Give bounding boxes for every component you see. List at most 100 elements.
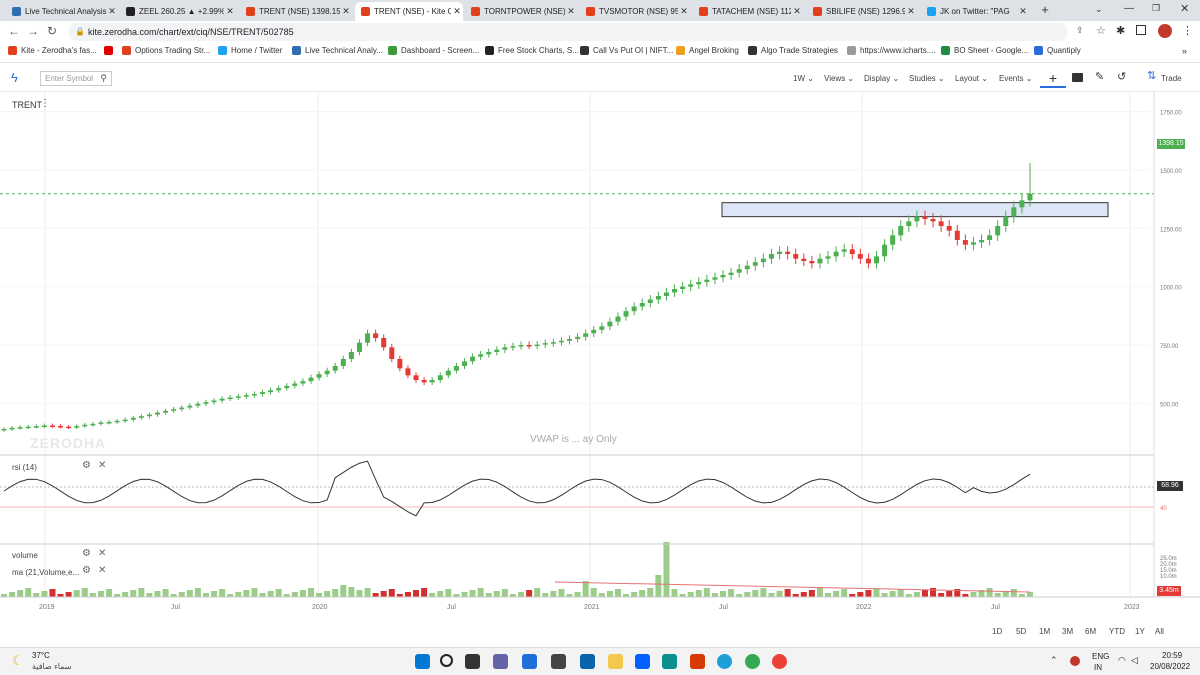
bookmark-item[interactable]: Angel Broking [676,46,739,55]
range-button-6m[interactable]: 6M [1085,627,1096,636]
tab-close-icon[interactable]: ✕ [451,6,463,17]
weather-desc[interactable]: سماء صافية [32,662,72,671]
bookmark-item[interactable]: https://www.icharts.... [847,46,936,55]
share-icon[interactable]: ⇪ [1076,25,1084,36]
tab-close-icon[interactable]: ✕ [791,6,803,17]
volume-close-icon[interactable]: ✕ [98,548,106,559]
tab-close-icon[interactable]: ✕ [106,6,118,17]
symbol-input[interactable]: Enter Symbol ⚲ [40,71,112,86]
close-window-icon[interactable]: ✕ [1180,2,1189,15]
start-icon[interactable] [415,654,430,669]
volume-icon[interactable]: ◁ [1131,655,1138,666]
range-button-ytd[interactable]: YTD [1109,627,1125,636]
tab-close-icon[interactable]: ✕ [1017,6,1029,17]
weather-icon[interactable]: ☾ [12,653,24,669]
dropbox-icon[interactable] [635,654,650,669]
chart-svg[interactable]: 6040 25.0m20.0m15.0m10.0m 1750.001500.00… [0,92,1200,617]
tab-close-icon[interactable]: ✕ [905,6,917,17]
store-icon[interactable] [551,654,566,669]
tab-0[interactable]: Live Technical Analysis ✕ [6,2,118,21]
tab-1[interactable]: ZEEL 260.25 ▲ +2.99% ✕ [120,2,236,21]
office-icon[interactable] [690,654,705,669]
tab-close-icon[interactable]: ✕ [565,6,577,17]
display-dropdown[interactable]: Display ⌄ [864,74,899,83]
bookmark-item[interactable]: Kite - Zerodha's fas... [8,46,97,55]
extensions-icon[interactable]: ✱ [1116,24,1125,37]
range-button-5d[interactable]: 5D [1016,627,1026,636]
menu-icon[interactable]: ⋮ [1182,24,1193,37]
trade-button[interactable]: Trade [1161,74,1182,83]
tray-arrow-icon[interactable]: ⌃ [1050,655,1058,666]
tab-close-icon[interactable]: ✕ [340,6,352,17]
bookmark-item[interactable]: Live Technical Analy... [292,46,383,55]
range-button-1y[interactable]: 1Y [1135,627,1145,636]
forward-icon[interactable]: → [27,24,39,38]
lightning-icon[interactable]: ϟ [11,70,18,85]
wifi-icon[interactable]: ◠ [1118,655,1126,666]
language-region[interactable]: IN [1094,663,1102,672]
bookmark-item[interactable]: Free Stock Charts, S... [485,46,579,55]
language-indicator[interactable]: ENG [1092,652,1109,661]
tab-5[interactable]: TVSMOTOR (NSE) 956 ✕ [580,2,690,21]
profile-avatar[interactable] [1158,24,1172,38]
reload-icon[interactable]: ↻ [47,24,57,38]
volume-settings-icon[interactable]: ⚙ [82,548,91,559]
bookmark-item[interactable] [104,46,117,55]
bookmark-item[interactable]: Algo Trade Strategies [748,46,838,55]
tab-4[interactable]: TORNTPOWER (NSE) 95✕ [465,2,577,21]
rsi-settings-icon[interactable]: ⚙ [82,460,91,471]
comment-icon[interactable] [1072,73,1083,82]
chat-icon[interactable] [493,654,508,669]
bookmark-item[interactable]: Options Trading Str... [122,46,210,55]
tab-close-icon[interactable]: ✕ [678,6,690,17]
range-button-1d[interactable]: 1D [992,627,1002,636]
bookmark-item[interactable]: BO Sheet - Google... [941,46,1028,55]
bookmarks-more-icon[interactable]: » [1182,46,1187,56]
edge-icon[interactable] [717,654,732,669]
events-dropdown[interactable]: Events ⌄ [999,74,1032,83]
mail-icon[interactable] [580,654,595,669]
new-tab-button[interactable]: + [1038,3,1052,17]
ma-settings-icon[interactable]: ⚙ [82,565,91,576]
explorer-icon[interactable] [608,654,623,669]
url-input[interactable]: 🔒 kite.zerodha.com/chart/ext/ciq/NSE/TRE… [68,23,1068,41]
bookmark-item[interactable]: Dashboard - Screen... [388,46,479,55]
restore-icon[interactable]: ❐ [1152,3,1160,14]
clock-time[interactable]: 20:59 [1162,651,1182,660]
interval-dropdown[interactable]: 1W ⌄ [793,74,814,83]
tab-close-icon[interactable]: ✕ [224,6,236,17]
camera-icon[interactable] [662,654,677,669]
taskview-icon[interactable] [465,654,480,669]
tab-6[interactable]: TATACHEM (NSE) 112 ✕ [693,2,803,21]
bookmark-item[interactable]: Quantiply [1034,46,1081,55]
minimize-icon[interactable]: — [1124,3,1134,14]
draw-pencil-icon[interactable]: ✎ [1095,70,1104,83]
range-button-3m[interactable]: 3M [1062,627,1073,636]
tab-3[interactable]: TRENT (NSE) - Kite Ch ✕ [355,2,463,21]
bookmark-item[interactable]: Home / Twitter [218,46,282,55]
layout-dropdown[interactable]: Layout ⌄ [955,74,988,83]
rsi-close-icon[interactable]: ✕ [98,460,106,471]
chart-area[interactable]: 6040 25.0m20.0m15.0m10.0m 1750.001500.00… [0,92,1200,617]
symbol-menu-icon[interactable]: ⋮ [40,98,50,109]
tab-search-icon[interactable]: ⌄ [1095,4,1103,15]
search-icon[interactable] [440,654,453,667]
ma-close-icon[interactable]: ✕ [98,565,106,576]
undo-icon[interactable]: ↺ [1117,70,1126,83]
tab-2[interactable]: TRENT (NSE) 1398.15 ✕ [240,2,352,21]
range-button-all[interactable]: All [1155,627,1164,636]
crosshair-icon[interactable]: + [1040,70,1066,88]
sidepanel-icon[interactable] [1136,25,1146,35]
bookmark-item[interactable]: Call Vs Put OI | NIFT... [580,46,673,55]
clock-date[interactable]: 20/08/2022 [1150,662,1190,671]
tray-app-icon[interactable] [1070,656,1080,666]
range-button-1m[interactable]: 1M [1039,627,1050,636]
widgets-icon[interactable] [522,654,537,669]
tab-8[interactable]: JK on Twitter: "PAG ✕ [921,2,1029,21]
weather-temp[interactable]: 37°C [32,651,50,660]
chrome-icon[interactable] [745,654,760,669]
views-dropdown[interactable]: Views ⌄ [824,74,854,83]
tab-7[interactable]: SBILIFE (NSE) 1296.95 ✕ [807,2,917,21]
symbol-title[interactable]: TRENT [12,100,42,110]
chrome-profile-icon[interactable] [772,654,787,669]
